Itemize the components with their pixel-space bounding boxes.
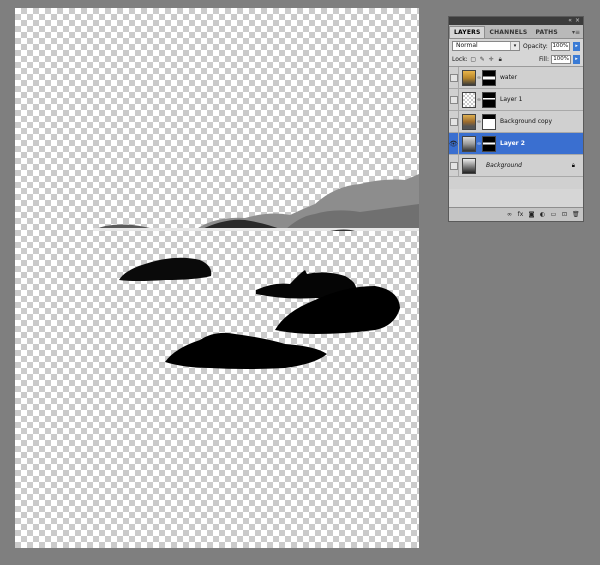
layer-row-layer-1[interactable]: ∞ Layer 1 <box>449 88 583 111</box>
new-layer-icon[interactable]: ⊡ <box>561 211 568 218</box>
fill-field[interactable]: 100% <box>551 55 571 64</box>
document-canvas[interactable] <box>15 8 419 548</box>
blend-mode-select[interactable]: Normal ▾ <box>452 41 521 51</box>
layer-row-water[interactable]: ∞ water <box>449 66 583 89</box>
lock-label: Lock: <box>452 56 468 63</box>
visibility-toggle[interactable] <box>449 154 459 177</box>
layer-thumbnail <box>462 91 476 108</box>
delete-layer-icon[interactable]: 🗑︎ <box>572 211 580 218</box>
tab-layers[interactable]: LAYERS <box>449 26 486 38</box>
visibility-toggle[interactable] <box>449 88 459 111</box>
new-group-icon[interactable]: ▭ <box>550 211 557 218</box>
layer-mask-thumbnail <box>482 113 496 130</box>
layer-thumbnail <box>462 157 476 174</box>
panel-titlebar: « × <box>449 17 583 25</box>
panel-tabs: LAYERS CHANNELS PATHS ▾≡ <box>449 25 583 39</box>
layer-mask-thumbnail <box>482 135 496 152</box>
lock-all-icon[interactable]: 🔒︎ <box>497 56 504 63</box>
layer-row-background[interactable]: Background 🔒︎ <box>449 154 583 177</box>
add-mask-icon[interactable]: ◙ <box>528 211 535 218</box>
close-icon[interactable]: × <box>575 17 580 25</box>
layers-panel: « × LAYERS CHANNELS PATHS ▾≡ Normal ▾ Op… <box>448 16 584 222</box>
visibility-box <box>449 117 458 126</box>
layer-style-icon[interactable]: fx <box>517 211 524 218</box>
visibility-box <box>449 95 458 104</box>
layer-thumbnail <box>462 69 476 86</box>
rock-left <box>119 257 212 281</box>
lock-transparency-icon[interactable]: ▢ <box>470 56 477 63</box>
fill-slider-toggle[interactable]: ▸ <box>573 55 580 64</box>
visibility-toggle[interactable]: 👁︎ <box>449 132 459 155</box>
double-chevron-icon[interactable]: « <box>568 17 572 25</box>
visibility-box <box>449 73 458 82</box>
panel-menu-icon[interactable]: ▾≡ <box>572 27 580 38</box>
canvas-artwork <box>93 174 419 369</box>
layer-row-background-copy[interactable]: ∞ Background copy <box>449 110 583 133</box>
opacity-field[interactable]: 100% <box>550 41 571 51</box>
layer-thumbnail <box>462 113 476 130</box>
rock-front <box>165 332 327 369</box>
layer-name: Layer 1 <box>500 96 523 103</box>
layer-mask-thumbnail <box>482 69 496 86</box>
panel-bottom-toolbar: ∞ fx ◙ ◐ ▭ ⊡ 🗑︎ <box>449 207 583 221</box>
layer-name: Background copy <box>500 118 553 125</box>
lock-position-icon[interactable]: ✛ <box>488 56 495 63</box>
visibility-toggle[interactable] <box>449 110 459 133</box>
layer-mask-thumbnail <box>482 91 496 108</box>
fill-label: Fill: <box>538 56 549 63</box>
lock-icon: 🔒︎ <box>571 161 575 169</box>
eye-icon: 👁︎ <box>449 139 458 148</box>
horizon-strip <box>93 228 419 231</box>
link-layers-icon[interactable]: ∞ <box>506 211 513 218</box>
lock-row: Lock: ▢ ✎ ✛ 🔒︎ Fill: 100% ▸ <box>449 53 583 67</box>
adjustment-layer-icon[interactable]: ◐ <box>539 211 546 218</box>
opacity-label: Opacity: <box>523 42 548 50</box>
blend-row: Normal ▾ Opacity: 100% ▸ <box>449 39 583 53</box>
layer-name: water <box>500 74 518 81</box>
layer-name: Layer 2 <box>500 140 525 147</box>
layer-row-layer-2[interactable]: 👁︎ ∞ Layer 2 <box>449 132 583 155</box>
lock-pixels-icon[interactable]: ✎ <box>479 56 486 63</box>
chevron-down-icon: ▾ <box>510 42 520 50</box>
visibility-toggle[interactable] <box>449 66 459 89</box>
layer-name: Background <box>486 162 522 169</box>
layers-list: ∞ water ∞ Layer 1 ∞ Background copy 👁︎ ∞… <box>449 66 583 189</box>
visibility-box <box>449 161 458 170</box>
opacity-slider-toggle[interactable]: ▸ <box>573 41 580 51</box>
tab-channels[interactable]: CHANNELS <box>485 27 531 38</box>
layer-thumbnail <box>462 135 476 152</box>
tab-paths[interactable]: PATHS <box>531 27 561 38</box>
blend-mode-value: Normal <box>456 42 478 49</box>
